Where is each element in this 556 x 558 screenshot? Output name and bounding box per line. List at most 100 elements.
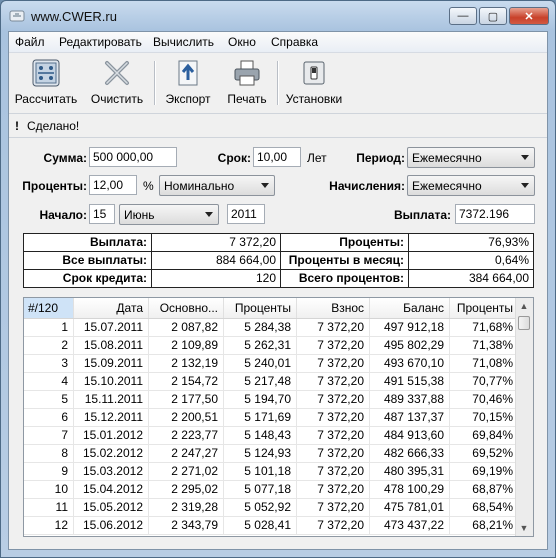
status-bar: ! Сделано! — [9, 115, 547, 138]
column-header[interactable]: #/120 — [24, 298, 74, 318]
table-cell: 2 — [24, 337, 74, 355]
term-label: Срок: — [217, 151, 251, 165]
print-button[interactable]: Печать — [219, 57, 275, 109]
menu-calculate[interactable]: Вычислить — [153, 35, 214, 49]
rate-type-select[interactable]: Номинально — [159, 175, 275, 196]
scroll-thumb[interactable] — [518, 316, 530, 330]
close-button[interactable]: ✕ — [509, 7, 549, 25]
table-cell: 15.12.2011 — [74, 409, 149, 427]
toolbar-separator — [154, 61, 156, 105]
app-icon — [9, 9, 25, 23]
table-row[interactable]: 6 15.12.2011 2 200,51 5 171,69 7 372,20 487 1… — [24, 409, 519, 427]
scroll-down-icon[interactable]: ▼ — [516, 520, 532, 536]
table-row[interactable]: 9 15.03.2012 2 271,02 5 101,18 7 372,20 480 3… — [24, 463, 519, 481]
table-row[interactable]: 3 15.09.2011 2 132,19 5 240,01 7 372,20 493 6… — [24, 355, 519, 373]
column-header[interactable]: Баланс — [370, 298, 450, 318]
period-select[interactable]: Ежемесячно — [407, 147, 535, 168]
table-cell: 7 372,20 — [297, 409, 370, 427]
table-row[interactable]: 10 15.04.2012 2 295,02 5 077,18 7 372,20 478 … — [24, 481, 519, 499]
column-header[interactable]: Взнос — [297, 298, 370, 318]
scroll-up-icon[interactable]: ▲ — [516, 298, 532, 314]
column-header[interactable]: Проценты — [224, 298, 297, 318]
table-row[interactable]: 1 15.07.2011 2 087,82 5 284,38 7 372,20 497 9… — [24, 319, 519, 337]
table-row[interactable]: 12 15.06.2012 2 343,79 5 028,41 7 372,20 473 … — [24, 517, 519, 535]
table-cell: 493 670,10 — [370, 355, 450, 373]
rate-input[interactable]: 12,00 — [89, 175, 137, 195]
table-row[interactable]: 11 15.05.2012 2 319,28 5 052,92 7 372,20 475 … — [24, 499, 519, 517]
table-cell: 480 395,31 — [370, 463, 450, 481]
status-text: Сделано! — [27, 119, 80, 133]
table-cell: 4 — [24, 373, 74, 391]
summary-payment-label: Выплата: — [89, 235, 147, 249]
table-cell: 7 372,20 — [297, 319, 370, 337]
table-cell: 2 319,28 — [149, 499, 224, 517]
menu-window[interactable]: Окно — [228, 35, 256, 49]
table-cell: 7 372,20 — [297, 391, 370, 409]
export-button[interactable]: Экспорт — [159, 57, 217, 109]
table-cell: 497 912,18 — [370, 319, 450, 337]
table-cell: 7 372,20 — [297, 499, 370, 517]
clear-label: Очистить — [90, 92, 144, 106]
sum-label: Сумма: — [43, 151, 87, 165]
period-label: Период: — [356, 151, 405, 165]
maximize-button[interactable]: ▢ — [479, 7, 507, 25]
column-header[interactable]: Дата — [74, 298, 149, 318]
table-cell: 69,19% — [450, 463, 519, 481]
table-row[interactable]: 4 15.10.2011 2 154,72 5 217,48 7 372,20 491 5… — [24, 373, 519, 391]
input-form: Сумма: 500 000,00 Срок: 10,00 Лет Период… — [9, 138, 547, 230]
clear-button[interactable]: Очистить — [85, 57, 149, 109]
minimize-button[interactable]: — — [449, 7, 477, 25]
summary-total-label: Все выплаты: — [62, 253, 147, 267]
menu-edit[interactable]: Редактировать — [59, 35, 142, 49]
column-header[interactable]: Основно... — [149, 298, 224, 318]
table-cell: 70,15% — [450, 409, 519, 427]
table-cell: 3 — [24, 355, 74, 373]
table-header: #/120 Дата Основно... Проценты Взнос Баланс Пр… — [24, 298, 519, 319]
table-cell: 7 372,20 — [297, 355, 370, 373]
table-cell: 7 372,20 — [297, 427, 370, 445]
accrual-label: Начисления: — [329, 179, 405, 193]
title-bar[interactable]: www.CWER.ru — ▢ ✕ — [1, 1, 555, 31]
table-cell: 487 137,37 — [370, 409, 450, 427]
vertical-scrollbar[interactable]: ▲ ▼ — [515, 298, 533, 536]
table-cell: 2 132,19 — [149, 355, 224, 373]
table-cell: 7 372,20 — [297, 373, 370, 391]
chevron-down-icon — [521, 183, 529, 188]
start-month-select[interactable]: Июнь — [119, 204, 219, 225]
accrual-value: Ежемесячно — [412, 179, 482, 193]
clear-icon — [100, 57, 134, 89]
table-cell: 2 223,77 — [149, 427, 224, 445]
term-input[interactable]: 10,00 — [253, 147, 301, 167]
summary-panel: Выплата: 7 372,20 Проценты: 76,93% Все в… — [23, 233, 534, 288]
exclamation-icon: ! — [15, 119, 19, 133]
table-row[interactable]: 2 15.08.2011 2 109,89 5 262,31 7 372,20 495 8… — [24, 337, 519, 355]
table-cell: 71,68% — [450, 319, 519, 337]
table-cell: 7 372,20 — [297, 481, 370, 499]
start-day-input[interactable]: 15 — [89, 204, 115, 224]
settings-button[interactable]: Установки — [283, 57, 345, 109]
menu-file[interactable]: Файл — [15, 35, 45, 49]
table-cell: 495 802,29 — [370, 337, 450, 355]
table-cell: 5 148,43 — [224, 427, 297, 445]
table-row[interactable]: 7 15.01.2012 2 223,77 5 148,43 7 372,20 484 9… — [24, 427, 519, 445]
table-cell: 68,21% — [450, 517, 519, 535]
column-header[interactable]: Проценты — [450, 298, 519, 318]
calculate-button[interactable]: Рассчитать — [13, 57, 79, 109]
table-cell: 7 372,20 — [297, 517, 370, 535]
table-cell: 7 372,20 — [297, 445, 370, 463]
start-year-input[interactable]: 2011 — [227, 204, 265, 224]
summary-term-label: Срок кредита: — [62, 271, 147, 285]
table-row[interactable]: 8 15.02.2012 2 247,27 5 124,93 7 372,20 482 6… — [24, 445, 519, 463]
chevron-down-icon — [521, 155, 529, 160]
payment-label: Выплата: — [393, 208, 451, 222]
table-cell: 1 — [24, 319, 74, 337]
payment-input[interactable]: 7372.196 — [455, 204, 535, 224]
menu-help[interactable]: Справка — [271, 35, 318, 49]
table-cell: 482 666,33 — [370, 445, 450, 463]
summary-interest-label: Проценты: — [339, 235, 404, 249]
table-row[interactable]: 5 15.11.2011 2 177,50 5 194,70 7 372,20 489 3… — [24, 391, 519, 409]
summary-monthly-label: Проценты в месяц: — [288, 253, 404, 267]
accrual-select[interactable]: Ежемесячно — [407, 175, 535, 196]
summary-total-interest-label: Всего процентов: — [298, 271, 404, 285]
sum-input[interactable]: 500 000,00 — [89, 147, 177, 167]
